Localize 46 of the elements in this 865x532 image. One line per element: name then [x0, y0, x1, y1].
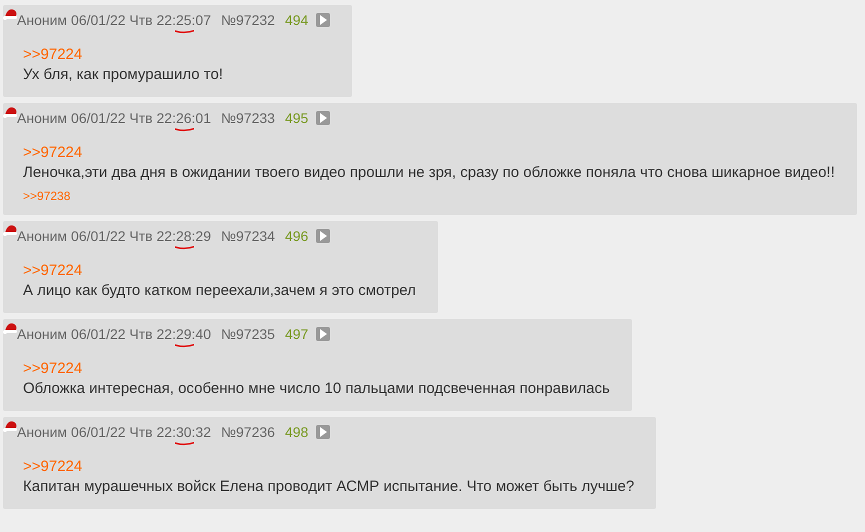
post-index: 495 — [284, 110, 308, 126]
play-icon — [319, 329, 328, 339]
backlink[interactable]: >>97238 — [23, 189, 70, 203]
post-text: Обложка интересная, особенно мне число 10 пальцами подсвеченная понравилась — [23, 379, 610, 399]
santa-hat-icon — [3, 419, 19, 433]
post-number[interactable]: №97234 — [221, 228, 275, 244]
expand-button[interactable] — [316, 111, 330, 125]
post-index: 497 — [284, 326, 308, 342]
post-number[interactable]: №97235 — [221, 326, 275, 342]
post-index: 498 — [284, 424, 308, 440]
play-icon — [319, 113, 328, 123]
expand-button[interactable] — [316, 425, 330, 439]
santa-hat-icon — [3, 321, 19, 335]
santa-hat-icon — [3, 105, 19, 119]
reply-link[interactable]: >>97224 — [23, 262, 416, 279]
reply-link[interactable]: >>97224 — [23, 458, 634, 475]
santa-hat-icon — [3, 223, 19, 237]
reply-link[interactable]: >>97224 — [23, 144, 835, 161]
post-text: Капитан мурашечных войск Елена проводит АСМР испытание. Что может быть лучше? — [23, 477, 634, 497]
post-date: 06/01/22 Чтв 22:25:07 — [71, 12, 211, 28]
post-date: 06/01/22 Чтв 22:30:32 — [71, 424, 211, 440]
santa-hat-icon — [3, 7, 19, 21]
post-date: 06/01/22 Чтв 22:26:01 — [71, 110, 211, 126]
post-index: 494 — [284, 12, 308, 28]
post-date: 06/01/22 Чтв 22:28:29 — [71, 228, 211, 244]
post-text: А лицо как будто катком переехали,зачем я это смотрел — [23, 281, 416, 301]
poster-name: Аноним — [17, 228, 68, 244]
post-text: Ух бля, как промурашило то! — [23, 65, 224, 85]
reply-link[interactable]: >>97224 — [23, 360, 610, 377]
poster-name: Аноним — [17, 424, 68, 440]
reply-link[interactable]: >>97224 — [23, 46, 330, 63]
poster-name: Аноним — [17, 110, 68, 126]
poster-name: Аноним — [17, 326, 68, 342]
expand-button[interactable] — [316, 13, 330, 27]
expand-button[interactable] — [316, 327, 330, 341]
expand-button[interactable] — [316, 229, 330, 243]
play-icon — [319, 427, 328, 437]
post-number[interactable]: №97232 — [221, 12, 275, 28]
post-number[interactable]: №97236 — [221, 424, 275, 440]
post-text: Леночка,эти два дня в ожидании твоего видео прошли не зря, сразу по обложке поняла что снова шикарное видео!! — [23, 163, 835, 183]
play-icon — [319, 15, 328, 25]
post-date: 06/01/22 Чтв 22:29:40 — [71, 326, 211, 342]
poster-name: Аноним — [17, 12, 68, 28]
play-icon — [319, 231, 328, 241]
post-index: 496 — [284, 228, 308, 244]
post-number[interactable]: №97233 — [221, 110, 275, 126]
